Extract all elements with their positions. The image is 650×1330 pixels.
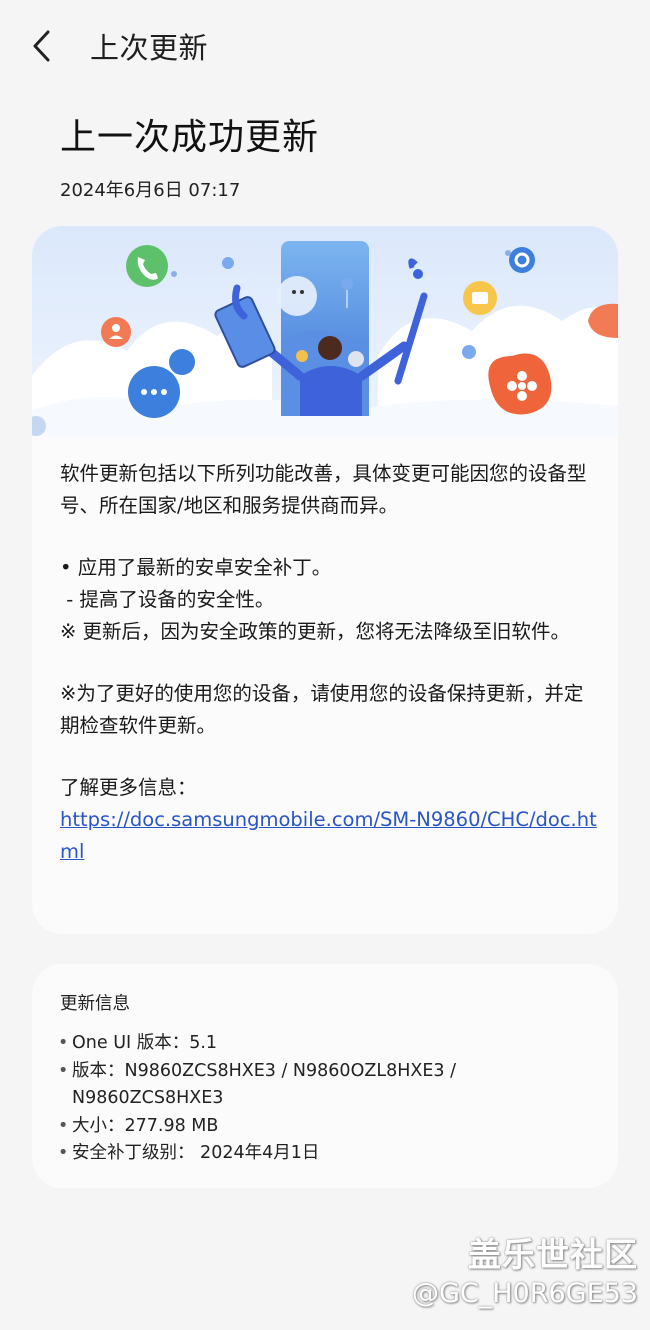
back-button[interactable] (24, 24, 64, 68)
one-ui-version: One UI 版本：5.1 (58, 1030, 598, 1058)
notes-sub-bullet: - 提高了设备的安全性。 (60, 588, 275, 611)
watermark-user: @GC_H0R6GE53 (411, 1278, 638, 1309)
update-illustration (32, 226, 618, 436)
folder-icon (463, 281, 497, 315)
phone-icon (126, 245, 168, 287)
notes-bullet: • 应用了最新的安卓安全补丁。 (60, 556, 332, 579)
notes-warning: ※ 更新后，因为安全政策的更新，您将无法降级至旧软件。 (60, 620, 571, 643)
back-arrow-icon (33, 30, 50, 62)
notes-intro: 软件更新包括以下所列功能改善，具体变更可能因您的设备型号、所在国家/地区和服务提… (60, 462, 587, 517)
update-date: 2024年6月6日 07:17 (60, 180, 241, 201)
page-title: 上一次成功更新 (60, 117, 320, 158)
more-info-label: 了解更多信息： (60, 776, 197, 799)
notes-tip: ※为了更好的使用您的设备，请使用您的设备保持更新，并定期检查软件更新。 (60, 682, 584, 737)
more-info-link[interactable]: https://doc.samsungmobile.com/SM-N9860/C… (60, 808, 597, 863)
update-info-card: 更新信息 One UI 版本：5.1 版本：N9860ZCS8HXE3 / N9… (32, 964, 618, 1188)
gear-icon (509, 247, 535, 273)
watermark-community: 盖乐世社区 (468, 1235, 638, 1274)
app-bar: 上次更新 (0, 0, 650, 92)
update-size: 大小：277.98 MB (58, 1113, 598, 1141)
person-icon (101, 317, 131, 347)
release-notes: 软件更新包括以下所列功能改善，具体变更可能因您的设备型号、所在国家/地区和服务提… (60, 458, 600, 868)
build-version: 版本：N9860ZCS8HXE3 / N9860OZL8HXE3 / N9860… (58, 1058, 598, 1113)
update-info-list: One UI 版本：5.1 版本：N9860ZCS8HXE3 / N9860OZ… (58, 1030, 598, 1168)
security-patch-level: 安全补丁级别： 2024年4月1日 (58, 1140, 598, 1168)
update-info-title: 更新信息 (60, 994, 130, 1014)
app-bar-title: 上次更新 (90, 31, 209, 65)
release-notes-card: 软件更新包括以下所列功能改善，具体变更可能因您的设备型号、所在国家/地区和服务提… (32, 226, 618, 934)
